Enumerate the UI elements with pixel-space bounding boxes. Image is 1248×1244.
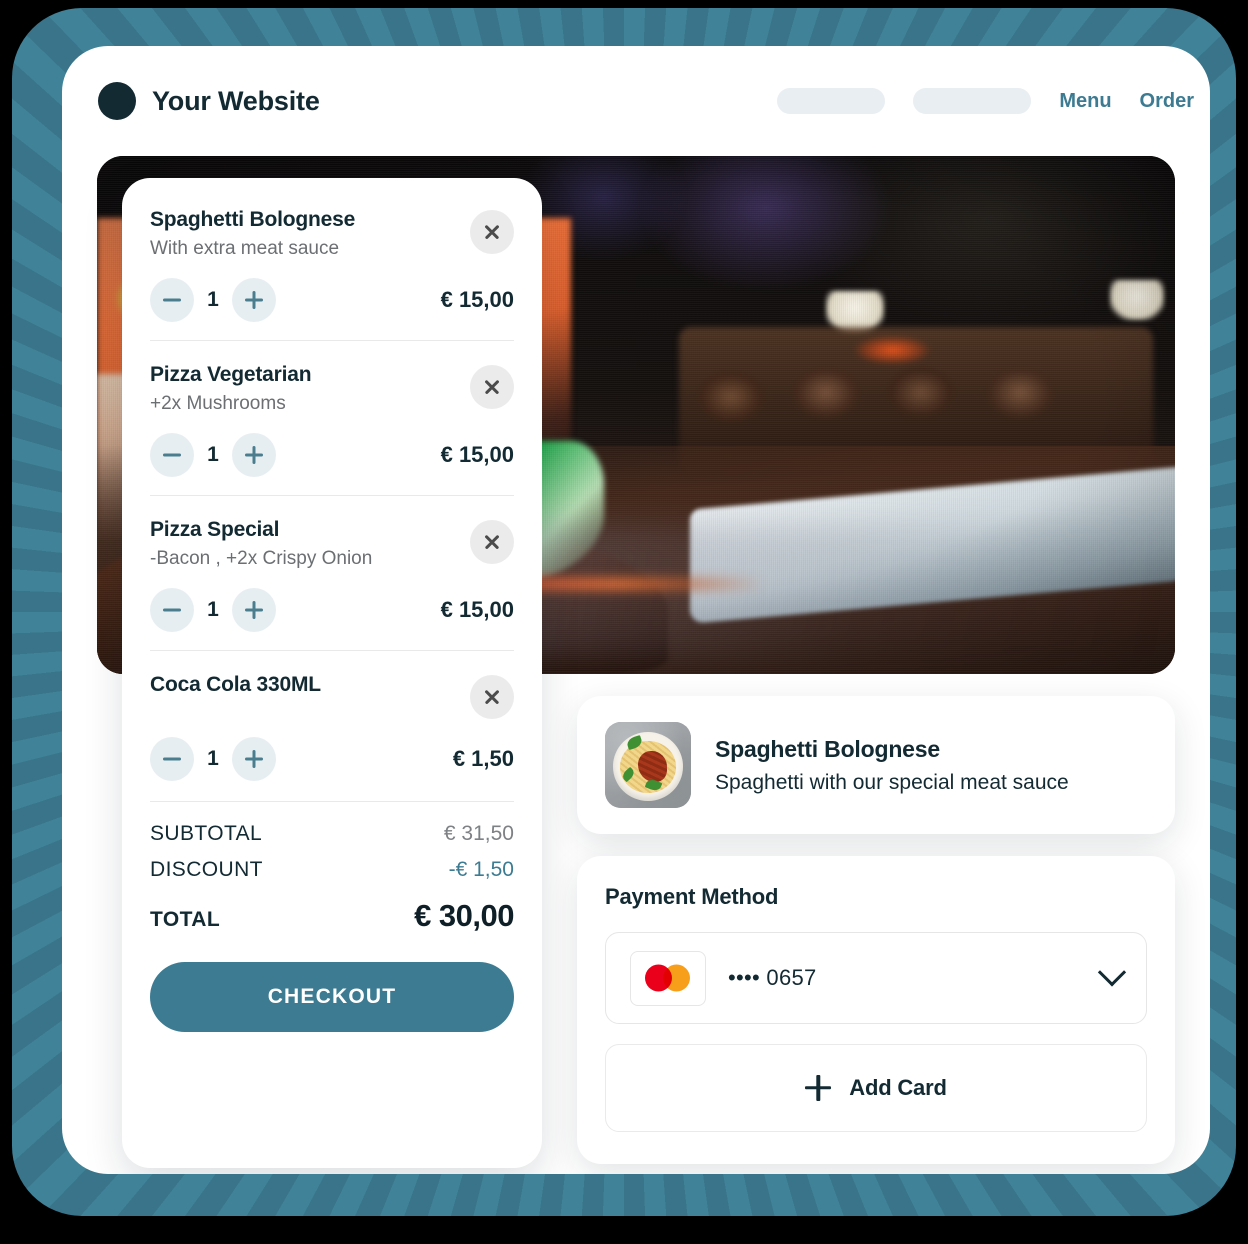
payment-method-card: Payment Method •••• 0657 Add Card (577, 856, 1175, 1164)
remove-item-button[interactable] (470, 520, 514, 564)
quantity-value: 1 (207, 443, 219, 466)
app-panel: Your Website Menu Order Spaghetti Bologn… (62, 46, 1210, 1174)
cart-item-name: Coca Cola 330ML (150, 673, 321, 696)
cart-item-price: € 15,00 (440, 287, 514, 312)
logo-dot-icon (98, 82, 136, 120)
cart-item: Spaghetti Bolognese With extra meat sauc… (150, 208, 514, 340)
main-nav: Menu Order (777, 88, 1194, 114)
brand-name: Your Website (152, 85, 320, 116)
quantity-stepper: 1 (150, 588, 276, 632)
cart-item-name: Spaghetti Bolognese (150, 208, 356, 231)
remove-item-button[interactable] (470, 365, 514, 409)
discount-label: DISCOUNT (150, 858, 263, 881)
plus-icon (805, 1075, 831, 1101)
cart-item: Pizza Special -Bacon , +2x Crispy Onion … (150, 495, 514, 650)
discount-value: -€ 1,50 (448, 858, 514, 881)
cart-item-name: Pizza Vegetarian (150, 363, 312, 386)
remove-item-button[interactable] (470, 210, 514, 254)
discount-row: DISCOUNT -€ 1,50 (150, 858, 514, 882)
nav-link-menu[interactable]: Menu (1059, 90, 1111, 113)
cart-item-options: With extra meat sauce (150, 238, 340, 259)
decrease-quantity-button[interactable] (150, 278, 194, 322)
increase-quantity-button[interactable] (232, 278, 276, 322)
device-frame: Your Website Menu Order Spaghetti Bologn… (4, 0, 1244, 1224)
decrease-quantity-button[interactable] (150, 588, 194, 632)
quantity-stepper: 1 (150, 737, 276, 781)
brand-logo[interactable]: Your Website (98, 82, 320, 120)
cart-item-list: Spaghetti Bolognese With extra meat sauc… (150, 208, 514, 799)
quantity-value: 1 (207, 288, 219, 311)
increase-quantity-button[interactable] (232, 433, 276, 477)
site-header: Your Website Menu Order (62, 46, 1210, 156)
subtotal-label: SUBTOTAL (150, 822, 263, 845)
total-row: TOTAL € 30,00 (150, 898, 514, 934)
subtotal-value: € 31,50 (443, 822, 514, 845)
subtotal-row: SUBTOTAL € 31,50 (150, 822, 514, 846)
cart-item-options: -Bacon , +2x Crispy Onion (150, 548, 373, 569)
cart-item: Coca Cola 330ML 1 € 1,50 (150, 650, 514, 799)
decrease-quantity-button[interactable] (150, 737, 194, 781)
cart-item-price: € 1,50 (452, 746, 514, 771)
chevron-down-icon (1097, 958, 1127, 987)
product-name: Spaghetti Bolognese (715, 735, 940, 762)
cart-item-name: Pizza Special (150, 518, 280, 541)
quantity-value: 1 (207, 598, 219, 621)
cart-item: Pizza Vegetarian +2x Mushrooms 1 € 15,00 (150, 340, 514, 495)
decrease-quantity-button[interactable] (150, 433, 194, 477)
product-summary-card[interactable]: Spaghetti Bolognese Spaghetti with our s… (577, 696, 1175, 834)
payment-method-title: Payment Method (605, 884, 779, 909)
total-value: € 30,00 (414, 898, 514, 933)
quantity-stepper: 1 (150, 433, 276, 477)
product-description: Spaghetti with our special meat sauce (715, 770, 1069, 794)
quantity-stepper: 1 (150, 278, 276, 322)
right-column: Spaghetti Bolognese Spaghetti with our s… (577, 696, 1175, 1164)
remove-item-button[interactable] (470, 675, 514, 719)
nav-link-order[interactable]: Order (1140, 90, 1194, 113)
cart-item-price: € 15,00 (440, 597, 514, 622)
cart-panel: Spaghetti Bolognese With extra meat sauc… (122, 178, 542, 1168)
payment-method-select[interactable]: •••• 0657 (605, 932, 1147, 1024)
add-card-label: Add Card (849, 1075, 947, 1100)
order-totals: SUBTOTAL € 31,50 DISCOUNT -€ 1,50 TOTAL … (150, 801, 514, 934)
checkout-button[interactable]: CHECKOUT (150, 962, 514, 1032)
cart-item-options: +2x Mushrooms (150, 393, 286, 414)
cart-item-price: € 15,00 (440, 442, 514, 467)
mastercard-icon (630, 950, 706, 1006)
nav-placeholder-pill-2[interactable] (913, 88, 1032, 114)
product-thumbnail (605, 722, 691, 808)
quantity-value: 1 (207, 747, 219, 770)
increase-quantity-button[interactable] (232, 737, 276, 781)
total-label: TOTAL (150, 908, 221, 931)
increase-quantity-button[interactable] (232, 588, 276, 632)
add-card-button[interactable]: Add Card (605, 1044, 1147, 1132)
selected-card-number: •••• 0657 (728, 965, 817, 990)
nav-placeholder-pill-1[interactable] (777, 88, 886, 114)
